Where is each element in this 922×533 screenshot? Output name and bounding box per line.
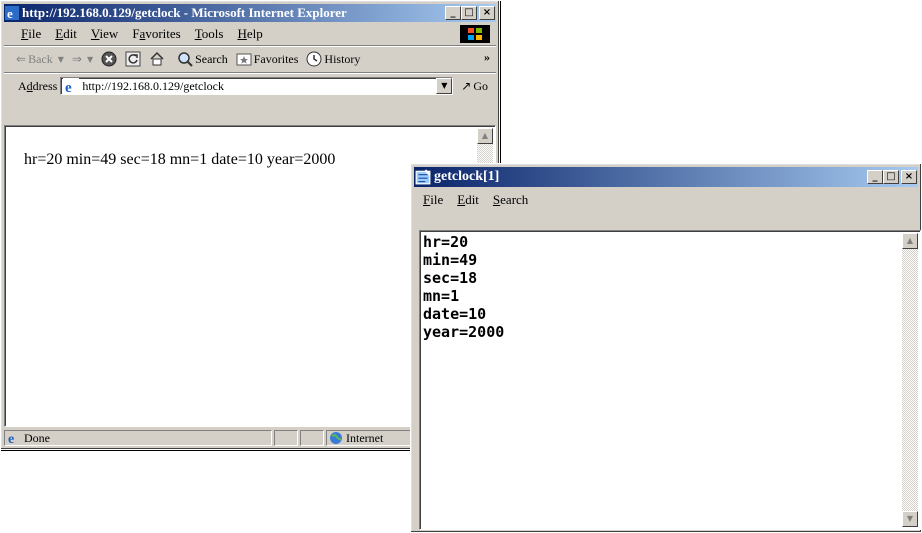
svg-text:e: e [8,432,14,445]
text-line: mn=1 [423,287,460,305]
maximize-button[interactable]: □ [461,6,477,20]
menu-help[interactable]: Help [230,26,269,42]
notepad-icon [415,169,431,185]
menu-search[interactable]: Search [486,192,535,208]
address-dropdown-button[interactable]: ▼ [436,78,453,94]
text-line: hr=20 [423,233,469,251]
notepad-window: getclock[1] _ □ × File Edit Search hr=20… [410,163,922,533]
stop-icon [101,51,117,67]
go-arrow-icon: ↗ [461,79,472,93]
menu-view[interactable]: View [84,26,125,42]
text-line: min=49 [423,251,478,269]
scroll-up-button[interactable]: ▲ [902,233,918,249]
minimize-button[interactable]: _ [867,170,883,184]
status-pane-empty-1 [274,430,298,446]
stop-button[interactable] [101,51,117,67]
notepad-vertical-scrollbar[interactable]: ▲ ▼ [902,233,918,527]
ie-page-icon: e [8,432,14,445]
dropdown-arrow-icon: ▼ [86,54,94,64]
address-input[interactable]: e http://192.168.0.129/getclock ▼ [60,77,454,95]
svg-text:e: e [7,6,13,20]
ie-icon: e [5,6,19,20]
go-button[interactable]: ↗ Go [461,79,488,94]
notepad-text: hr=20 min=49 sec=18 mn=1 date=10 year=20… [423,233,504,341]
favorites-button[interactable]: Favorites [236,51,298,67]
globe-icon [330,432,342,444]
menu-file[interactable]: File [416,192,450,208]
dropdown-arrow-icon: ▼ [57,54,64,64]
toolbar-chevron[interactable]: » [484,50,490,65]
ie-window-title: http://192.168.0.129/getclock - Microsof… [22,5,347,20]
menu-file[interactable]: File [14,26,48,42]
home-button[interactable] [149,51,165,67]
close-button[interactable]: × [479,6,495,20]
ie-title-bar[interactable]: e http://192.168.0.129/getclock - Micros… [4,4,496,22]
forward-arrow-icon: ⇒ [71,52,82,66]
menu-tools[interactable]: Tools [188,26,231,42]
menu-edit[interactable]: Edit [48,26,84,42]
address-label: Address [18,78,58,93]
history-icon [306,51,322,67]
scroll-down-button[interactable]: ▼ [902,511,918,527]
ie-page-icon: e [63,78,80,94]
search-button[interactable]: Search [177,51,228,67]
search-icon [178,52,193,67]
refresh-icon [125,51,141,67]
notepad-text-area[interactable]: hr=20 min=49 sec=18 mn=1 date=10 year=20… [419,230,921,530]
text-line: year=2000 [423,323,505,341]
favorites-icon [236,53,252,66]
back-arrow-icon: ⇐ [16,52,27,66]
home-icon [150,51,164,66]
history-button[interactable]: History [306,51,360,67]
ie-toolbar: ⇐ Back ▼ ⇒ ▼ Search Favorites History » [4,47,496,71]
scroll-up-button[interactable]: ▲ [477,128,493,144]
notepad-title-bar[interactable]: getclock[1] _ □ × [414,167,918,187]
svg-text:e: e [65,80,72,94]
ie-menu-bar: File Edit View Favorites Tools Help [4,24,496,44]
address-bar: Address e http://192.168.0.129/getclock … [4,74,496,98]
notepad-window-title: getclock[1] [434,169,500,184]
status-pane-empty-2 [300,430,324,446]
notepad-menu-bar: File Edit Search [414,190,918,210]
maximize-button[interactable]: □ [883,170,899,184]
page-body-text: hr=20 min=49 sec=18 mn=1 date=10 year=20… [24,151,336,168]
minimize-button[interactable]: _ [445,6,461,20]
menu-favorites[interactable]: Favorites [125,26,187,42]
menu-edit[interactable]: Edit [450,192,486,208]
close-button[interactable]: × [901,170,917,184]
back-button[interactable]: ⇐ Back ▼ [16,52,64,67]
status-text-pane: e Done [4,430,272,446]
windows-flag-icon [460,25,490,43]
text-line: sec=18 [423,269,478,287]
forward-button[interactable]: ⇒ ▼ [72,52,93,66]
refresh-button[interactable] [125,51,141,67]
text-line: date=10 [423,305,487,323]
